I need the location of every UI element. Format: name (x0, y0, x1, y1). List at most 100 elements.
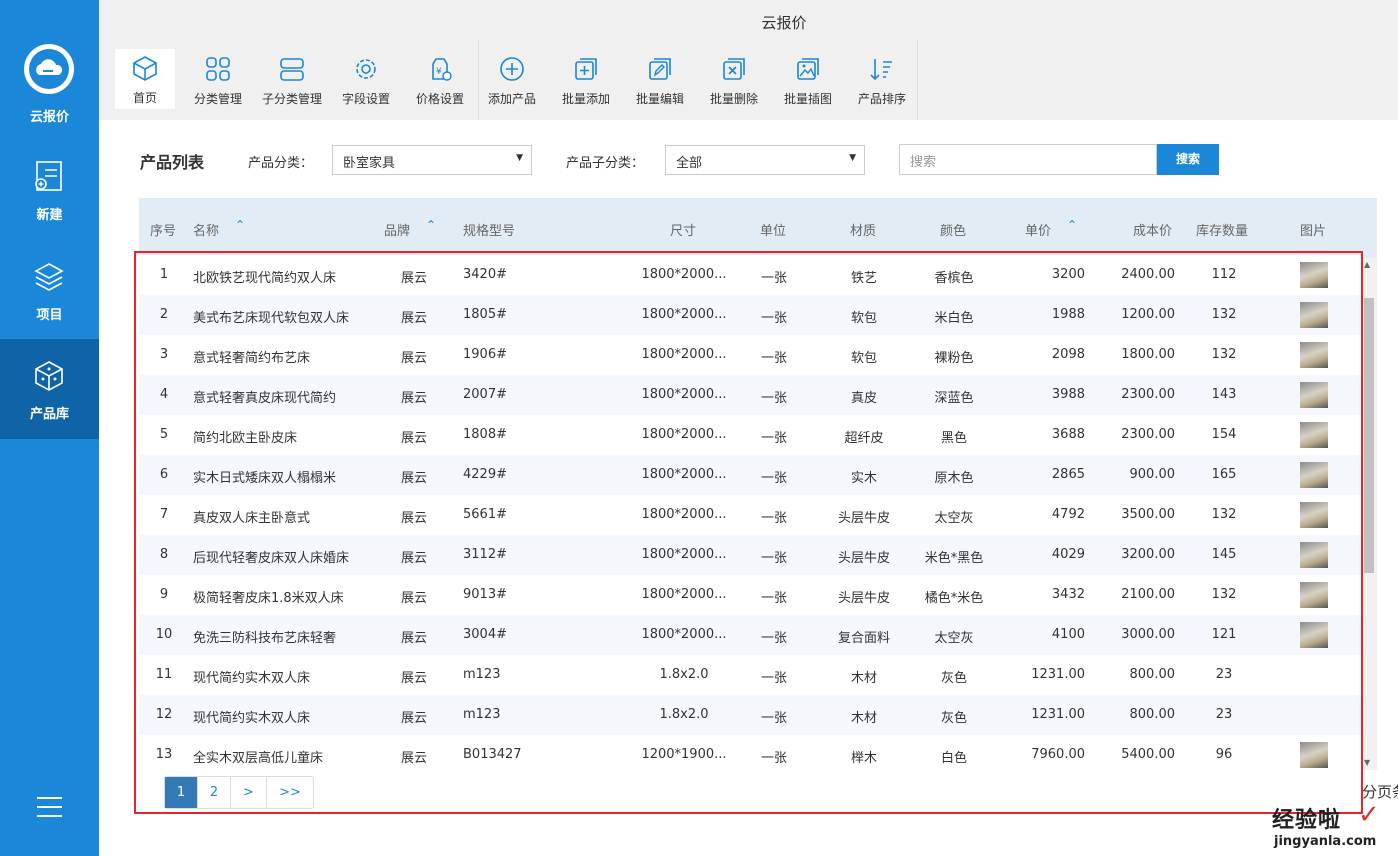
cell-size: 1800*2000... (641, 467, 727, 482)
cell-index: 12 (155, 707, 173, 722)
product-thumbnail[interactable] (1300, 622, 1328, 648)
toolbar-batch-add-button[interactable]: 批量添加 (553, 50, 619, 110)
toolbar-category-button[interactable]: 分类管理 (185, 50, 251, 110)
scroll-down-icon[interactable]: ▼ (1364, 758, 1370, 767)
toolbar-batch-delete-button[interactable]: 批量删除 (701, 50, 767, 110)
batch-edit-icon (649, 58, 671, 80)
cell-brand: 展云 (400, 511, 427, 526)
cell-name: 现代简约实木双人床 (193, 711, 311, 726)
toolbar-batch-image-button[interactable]: 批量插图 (775, 50, 841, 110)
subcategory-select[interactable]: 全部 ▼ (665, 145, 865, 175)
toolbar-price-settings-button[interactable]: ¥ 价格设置 (407, 50, 473, 110)
vertical-scrollbar[interactable]: ▲ ▼ (1361, 258, 1377, 770)
price-icon: ¥ (432, 58, 452, 81)
cell-size: 1800*2000... (641, 587, 727, 602)
toolbar-subcategory-button[interactable]: 子分类管理 (259, 50, 325, 110)
toolbar-add-product-button[interactable]: 添加产品 (479, 50, 545, 110)
cell-brand: 展云 (400, 631, 427, 646)
product-thumbnail[interactable] (1300, 742, 1328, 768)
search-input[interactable]: 搜索 (899, 144, 1157, 175)
cell-price: 2865 (1051, 467, 1085, 482)
category-select[interactable]: 卧室家具 ▼ (332, 145, 532, 175)
sidebar-item-product-library[interactable]: 产品库 (0, 339, 99, 439)
toolbar-field-settings-button[interactable]: 字段设置 (333, 50, 399, 110)
toolbar-home-button[interactable]: 首页 (115, 49, 175, 109)
cell-index: 2 (159, 307, 169, 322)
product-thumbnail[interactable] (1300, 342, 1328, 368)
hamburger-menu-icon[interactable] (37, 797, 62, 824)
table-row[interactable]: 5 简约北欧主卧皮床 展云 1808# 1800*2000... 一张 超纤皮 黑色 3688 2… (139, 415, 1361, 455)
watermark-url: jingyanla.com (1274, 834, 1377, 849)
pagination-item[interactable]: 1 (165, 777, 198, 808)
cell-index: 4 (159, 387, 169, 402)
sidebar-item-new[interactable]: 新建 (0, 140, 99, 240)
sort-toggle-icon[interactable]: ⌃ (235, 218, 245, 232)
cell-unit: 一张 (760, 551, 787, 566)
cell-color: 灰色 (940, 671, 967, 686)
cell-size: 1800*2000... (641, 387, 727, 402)
toolbar-label: 批量插图 (783, 92, 832, 106)
cell-index: 13 (155, 747, 173, 762)
product-thumbnail[interactable] (1300, 302, 1328, 328)
cell-model: 5661# (463, 507, 507, 522)
table-row[interactable]: 7 真皮双人床主卧意式 展云 5661# 1800*2000... 一张 头层牛皮 太空灰 47… (139, 495, 1361, 535)
cell-brand: 展云 (400, 711, 427, 726)
cell-cost: 2400.00 (1121, 267, 1175, 282)
cell-size: 1800*2000... (641, 307, 727, 322)
category-label: 产品分类： (248, 156, 314, 171)
table-row[interactable]: 1 北欧铁艺现代简约双人床 展云 3420# 1800*2000... 一张 铁艺 香槟色 32… (139, 255, 1361, 295)
cell-material: 软包 (850, 311, 877, 326)
product-thumbnail[interactable] (1300, 262, 1328, 288)
cell-cost: 1800.00 (1121, 347, 1175, 362)
column-header-brand[interactable]: 品牌 (384, 220, 410, 239)
search-button[interactable]: 搜索 (1157, 144, 1219, 175)
cell-material: 铁艺 (850, 271, 877, 286)
cell-material: 榉木 (850, 751, 877, 766)
table-row[interactable]: 4 意式轻奢真皮床现代简约 展云 2007# 1800*2000... 一张 真皮 深蓝色 39… (139, 375, 1361, 415)
sort-toggle-icon[interactable]: ⌃ (1067, 218, 1077, 232)
filter-bar: 产品列表 产品分类： 卧室家具 ▼ 产品子分类： 全部 ▼ 搜索 搜索 (99, 140, 1398, 180)
cell-index: 10 (155, 627, 173, 642)
cell-price: 1231.00 (1031, 707, 1085, 722)
toolbar-batch-edit-button[interactable]: 批量编辑 (627, 50, 693, 110)
column-header-unit: 单位 (760, 224, 787, 239)
product-thumbnail[interactable] (1300, 582, 1328, 608)
table-row[interactable]: 2 美式布艺床现代软包双人床 展云 1805# 1800*2000... 一张 软包 米白色 1… (139, 295, 1361, 335)
table-row[interactable]: 10 免洗三防科技布艺床轻奢 展云 3004# 1800*2000... 一张 复合面料 太空… (139, 615, 1361, 655)
scrollbar-thumb[interactable] (1364, 298, 1374, 573)
pagination-note: 分页条 (1362, 783, 1398, 801)
sidebar-item-projects[interactable]: 项目 (0, 240, 99, 340)
pagination-item[interactable]: >> (267, 777, 313, 808)
cell-stock: 132 (1211, 507, 1237, 522)
cell-unit: 一张 (760, 351, 787, 366)
column-header-price[interactable]: 单价 (1025, 220, 1051, 239)
svg-text:¥: ¥ (436, 67, 442, 77)
table-row[interactable]: 12 现代简约实木双人床 展云 m123 1.8x2.0 一张 木材 灰色 1231.00 800… (139, 695, 1361, 735)
cell-brand: 展云 (400, 351, 427, 366)
product-thumbnail[interactable] (1300, 422, 1328, 448)
table-row[interactable]: 3 意式轻奢简约布艺床 展云 1906# 1800*2000... 一张 软包 裸粉色 2098… (139, 335, 1361, 375)
cell-color: 太空灰 (934, 631, 974, 646)
cell-model: 4229# (463, 467, 507, 482)
sort-toggle-icon[interactable]: ⌃ (426, 218, 436, 232)
table-row[interactable]: 11 现代简约实木双人床 展云 m123 1.8x2.0 一张 木材 灰色 1231.00 800… (139, 655, 1361, 695)
table-row[interactable]: 8 后现代轻奢皮床双人床婚床 展云 3112# 1800*2000... 一张 头层牛皮 米色… (139, 535, 1361, 575)
cell-price: 7960.00 (1031, 747, 1085, 762)
pagination-item[interactable]: 2 (198, 777, 231, 808)
column-header-name[interactable]: 名称 (193, 220, 219, 239)
toolbar-label: 批量删除 (709, 92, 758, 106)
toolbar-sort-button[interactable]: 产品排序 (849, 50, 915, 110)
table-row[interactable]: 9 极简轻奢皮床1.8米双人床 展云 9013# 1800*2000... 一张 头层牛皮 橘… (139, 575, 1361, 615)
sort-icon (870, 59, 892, 81)
product-thumbnail[interactable] (1300, 542, 1328, 568)
cell-cost: 900.00 (1129, 467, 1176, 482)
table-row[interactable]: 13 全实木双层高低儿童床 展云 B013427 1200*1900... 一张 榉木 白色 7… (139, 735, 1361, 775)
scroll-up-icon[interactable]: ▲ (1364, 260, 1370, 269)
pagination-item[interactable]: > (231, 777, 267, 808)
table-row[interactable]: 6 实木日式矮床双人榻榻米 展云 4229# 1800*2000... 一张 实木 原木色 28… (139, 455, 1361, 495)
product-thumbnail[interactable] (1300, 382, 1328, 408)
product-thumbnail[interactable] (1300, 462, 1328, 488)
product-thumbnail[interactable] (1300, 502, 1328, 528)
cell-model: m123 (463, 667, 501, 682)
cell-color: 原木色 (934, 471, 974, 486)
